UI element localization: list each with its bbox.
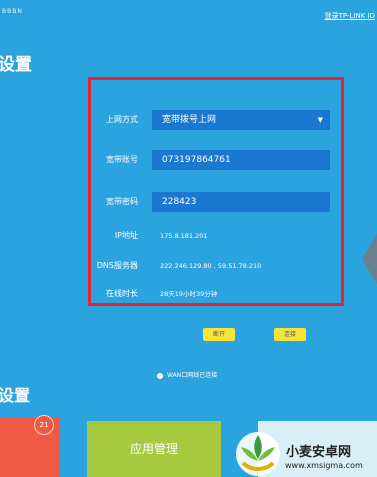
account-label: 宽带账号 xyxy=(106,155,138,164)
brand-fragment: BBBN xyxy=(2,8,23,15)
dropdown-arrow-icon: ▼ xyxy=(317,116,323,124)
password-row: 宽带密码 228423 xyxy=(91,192,341,212)
watermark-logo-icon xyxy=(236,432,280,476)
password-input[interactable]: 228423 xyxy=(152,192,330,212)
connection-type-value: 宽带拨号上网 xyxy=(162,115,217,125)
connection-type-row: 上网方式 宽带拨号上网 ▼ xyxy=(91,110,341,130)
status-dot-icon xyxy=(157,372,163,379)
login-tplink-link[interactable]: 登录TP-LINK ID xyxy=(325,11,375,21)
disconnect-button[interactable]: 断开 xyxy=(203,328,235,341)
password-label: 宽带密码 xyxy=(106,197,138,206)
section-title-settings-2: 设置 xyxy=(0,386,31,405)
uptime-row: 在线时长 28天19小时39分钟 xyxy=(91,284,341,304)
wan-status-text: WAN口网线已连接 xyxy=(167,372,218,379)
uptime-label: 在线时长 xyxy=(106,289,138,298)
watermark-url: www.xmsigma.com xyxy=(285,461,363,470)
uptime-value: 28天19小时39分钟 xyxy=(160,290,218,298)
ip-label: IP地址 xyxy=(114,231,138,240)
dns-label: DNS服务器 xyxy=(96,261,138,270)
connect-button[interactable]: 连接 xyxy=(274,328,306,341)
section-title-settings: 设置 xyxy=(0,55,32,75)
ip-row: IP地址 175.8.181.201 xyxy=(91,226,341,246)
device-edge-icon xyxy=(362,234,377,284)
connection-type-select[interactable]: 宽带拨号上网 ▼ xyxy=(152,110,330,130)
dns-row: DNS服务器 222.246.129.80 , 59.51.78.210 xyxy=(91,256,341,276)
wan-status: WAN口网线已连接 xyxy=(157,370,217,379)
ip-value: 175.8.181.201 xyxy=(160,232,208,240)
wan-settings-panel: 上网方式 宽带拨号上网 ▼ 宽带账号 073197864761 宽带密码 228… xyxy=(88,77,344,306)
watermark-title: 小麦安卓网 xyxy=(286,445,352,460)
dns-value: 222.246.129.80 , 59.51.78.210 xyxy=(160,262,262,270)
account-row: 宽带账号 073197864761 xyxy=(91,150,341,170)
connection-type-label: 上网方式 xyxy=(106,115,138,124)
notification-badge: 21 xyxy=(34,415,54,435)
account-input[interactable]: 073197864761 xyxy=(152,150,330,170)
top-bar: BBBN 登录TP-LINK ID xyxy=(0,0,377,26)
app-manage-tile[interactable]: 应用管理 xyxy=(87,421,221,477)
